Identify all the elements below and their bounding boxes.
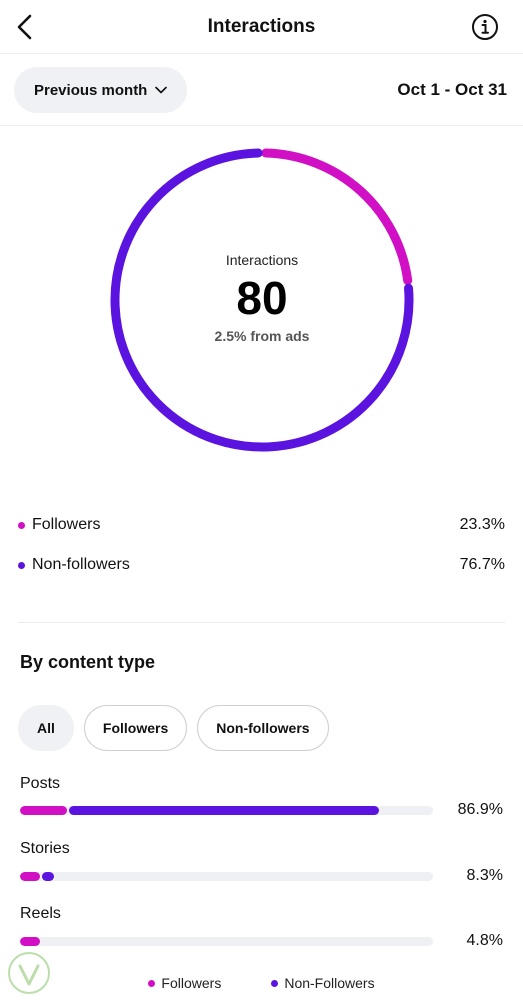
legend-label: Followers [161,975,222,991]
followers-dot [18,521,25,529]
content-filter-chips: All Followers Non-followers [18,705,329,751]
chip-all[interactable]: All [18,705,74,751]
divider [18,622,505,623]
non-followers-dot [271,979,279,987]
bar-track-reels [20,937,433,946]
content-row-label-stories: Stories [20,840,70,857]
period-label: Previous month [34,81,148,99]
legend-label: Non-Followers [284,975,375,991]
chip-followers[interactable]: Followers [83,705,188,751]
legend-label: Followers [32,516,101,533]
chip-non-followers[interactable]: Non-followers [197,705,329,751]
content-row-percent-reels: 4.8% [466,932,503,949]
legend-row-followers: Followers 23.3% [18,513,505,537]
legend-percent: 23.3% [459,516,505,533]
legend-item-non-followers: Non-Followers [271,975,375,991]
bar-track-stories [20,872,433,881]
bar-segment-followers [20,937,40,946]
followers-dot [148,979,156,987]
bar-segment-followers [20,872,40,881]
chevron-down-icon [155,86,168,94]
legend-label: Non-followers [32,556,130,573]
content-row-label-reels: Reels [20,905,61,922]
bar-track-posts [20,806,433,815]
bar-segment-non-followers [69,806,379,815]
donut-label: Interactions [225,252,299,268]
info-button[interactable] [471,13,499,41]
legend-row-non-followers: Non-followers 76.7% [18,553,505,577]
non-followers-dot [18,561,25,569]
bar-segment-non-followers [41,872,55,881]
donut-center: Interactions 80 2.5% from ads [104,142,420,458]
date-range: Oct 1 - Oct 31 [397,80,507,99]
watermark-logo [8,952,50,994]
content-row-percent-stories: 8.3% [466,867,503,884]
legend-item-followers: Followers [148,975,221,991]
filter-row: Previous month Oct 1 - Oct 31 [0,54,523,126]
content-type-legend: Followers Non-Followers [0,975,523,991]
top-bar: Interactions [0,0,523,54]
period-dropdown[interactable]: Previous month [14,67,188,113]
interactions-total: 80 [236,272,288,324]
section-title: By content type [20,652,156,672]
info-icon [472,14,498,40]
legend-percent: 76.7% [459,556,505,573]
ads-note: 2.5% from ads [214,328,310,344]
bar-segment-followers [20,806,68,815]
page-title: Interactions [207,16,316,37]
content-row-label-posts: Posts [20,775,61,792]
content-row-percent-posts: 86.9% [457,801,503,818]
